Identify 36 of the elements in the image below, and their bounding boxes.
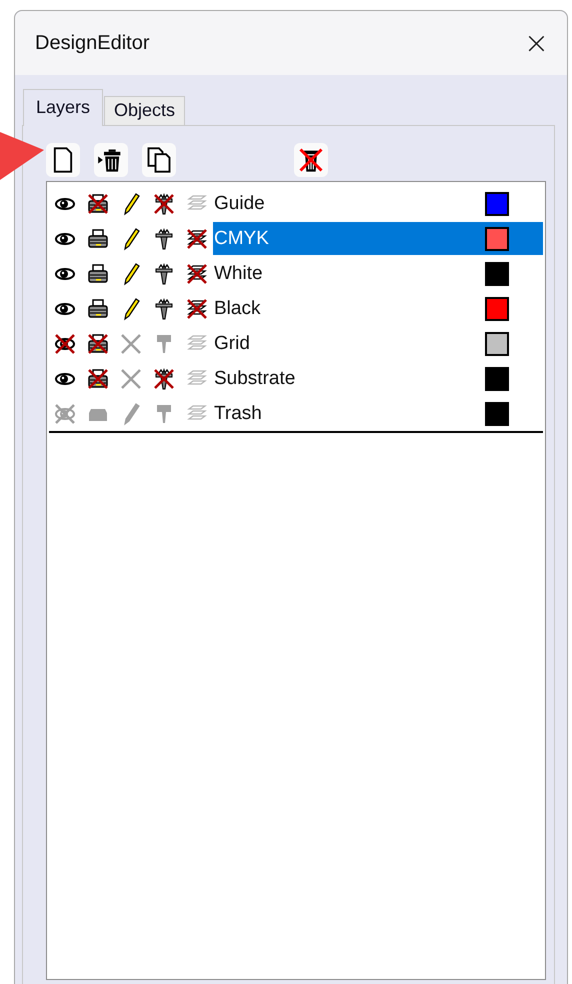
printer-icon[interactable] bbox=[86, 296, 110, 320]
printer-icon[interactable] bbox=[86, 262, 110, 286]
color-swatch[interactable] bbox=[485, 226, 509, 250]
printer-icon[interactable] bbox=[86, 226, 110, 250]
stack-icon[interactable] bbox=[185, 226, 209, 250]
stack-icon[interactable] bbox=[185, 262, 209, 286]
copy-button[interactable] bbox=[142, 143, 176, 177]
layer-row[interactable]: Trash bbox=[213, 397, 543, 430]
tab[interactable]: Layers bbox=[23, 89, 104, 126]
new-page-button[interactable] bbox=[46, 143, 80, 177]
copy-icon bbox=[145, 146, 173, 174]
layer-row[interactable]: Grid bbox=[213, 327, 543, 360]
color-swatch[interactable] bbox=[485, 402, 509, 426]
color-swatch[interactable] bbox=[485, 366, 509, 390]
layer-row[interactable]: CMYK bbox=[213, 222, 543, 255]
tab[interactable]: Objects bbox=[104, 96, 186, 125]
printer-icon[interactable] bbox=[86, 366, 110, 390]
window-title: DesignEditor bbox=[35, 32, 150, 54]
color-swatch[interactable] bbox=[485, 332, 509, 356]
color-swatch[interactable] bbox=[485, 296, 509, 320]
layer-row[interactable]: Substrate bbox=[213, 362, 543, 395]
pin-icon[interactable] bbox=[152, 192, 176, 216]
stack-icon[interactable] bbox=[185, 296, 209, 320]
crossed-trash-icon bbox=[297, 146, 325, 174]
eye-icon[interactable] bbox=[53, 332, 77, 356]
layer-row[interactable]: Guide bbox=[213, 187, 543, 220]
purge-button[interactable] bbox=[294, 143, 328, 177]
pin-icon[interactable] bbox=[152, 366, 176, 390]
printer-icon[interactable] bbox=[86, 192, 110, 216]
layer-row[interactable]: Black bbox=[213, 292, 543, 325]
close-button[interactable]: × bbox=[518, 26, 555, 60]
delete-button[interactable] bbox=[94, 143, 128, 177]
color-swatch[interactable] bbox=[485, 192, 509, 216]
layer-row[interactable]: White bbox=[213, 257, 543, 290]
color-swatch[interactable] bbox=[485, 262, 509, 286]
printer-icon[interactable] bbox=[86, 332, 110, 356]
